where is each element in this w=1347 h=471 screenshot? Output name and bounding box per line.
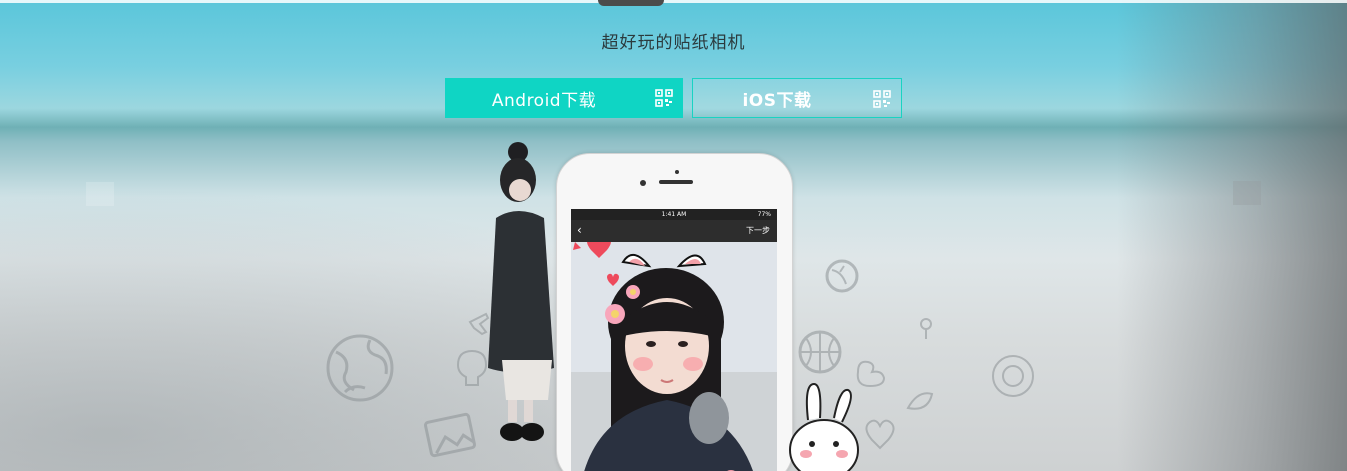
carousel-next-button[interactable] [1233,181,1261,205]
qr-code-icon[interactable] [655,89,673,107]
status-bar: 1:41 AM 77% [571,209,777,220]
next-step-button[interactable]: 下一步 [746,225,770,236]
ios-download-label: iOS下载 [742,90,812,111]
battery-level: 77% [757,211,771,218]
app-slogan: 超好玩的贴纸相机 [601,33,746,53]
background-vignette [1117,0,1347,471]
chevron-left-icon[interactable]: ‹ [577,223,582,237]
hero-banner: 1:41 AM 77% ‹ 下一步 超好玩的贴纸相机 Android下载 iOS… [0,0,1347,471]
phone-speaker [659,180,693,184]
android-download-label: Android下载 [491,90,597,111]
android-download-button[interactable]: Android下载 [445,78,683,118]
globe-icon [326,334,394,402]
lemon-icon [906,392,934,410]
phone-camera [675,170,679,174]
phone-screen: 1:41 AM 77% ‹ 下一步 [571,209,777,471]
carousel-prev-button[interactable] [86,182,114,206]
flower-icon [992,355,1034,397]
heart-icon [865,419,895,450]
qr-code-icon[interactable] [873,90,891,108]
ios-download-button[interactable]: iOS下载 [692,78,902,118]
pin-icon [920,318,932,339]
sticker-photo [571,242,777,471]
phone-mockup: 1:41 AM 77% ‹ 下一步 [556,153,793,471]
lightbulb-icon [456,349,488,386]
status-time: 1:41 AM [661,211,687,218]
basketball-icon [798,330,842,374]
image-icon [424,412,476,458]
app-nav-bar: ‹ 下一步 [571,220,777,242]
bunny-sticker [789,382,859,471]
phone-sensor [640,180,646,186]
top-divider [0,0,1347,3]
leaf-icon [825,259,859,293]
app-logo[interactable] [598,0,664,6]
